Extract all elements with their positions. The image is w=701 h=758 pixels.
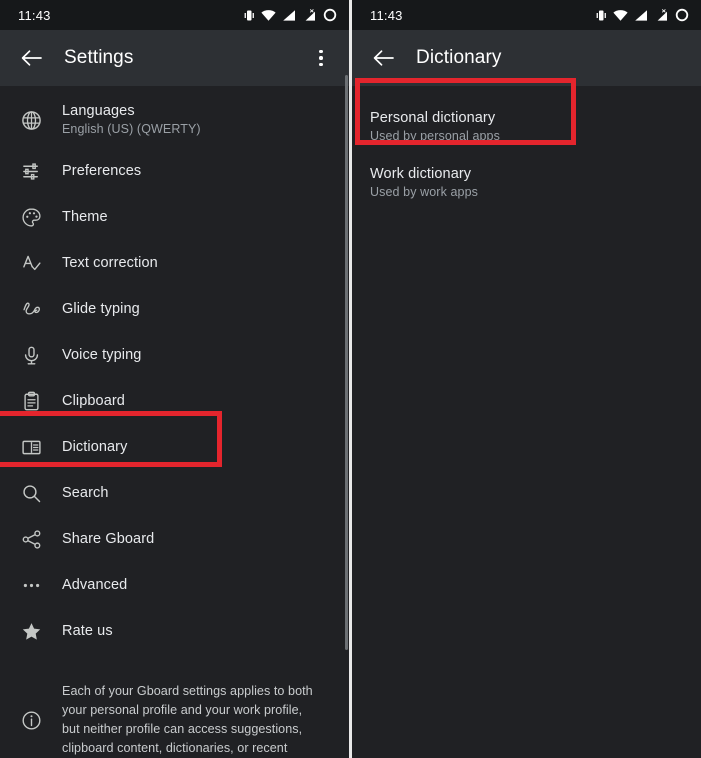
sidebar-item-label: Share Gboard — [62, 530, 155, 547]
battery-icon — [675, 8, 689, 22]
list-item-work-dictionary[interactable]: Work dictionary Used by work apps — [352, 154, 701, 210]
signal-icon — [634, 9, 648, 22]
sidebar-item-text: Voice typing — [62, 346, 141, 364]
sidebar-item-text: Theme — [62, 208, 108, 226]
status-time: 11:43 — [18, 7, 51, 23]
vibrate-icon — [595, 9, 607, 22]
microphone-icon — [16, 345, 46, 366]
sidebar-item-text: Languages English (US) (QWERTY) — [62, 102, 201, 138]
star-icon — [16, 621, 46, 642]
settings-list: Languages English (US) (QWERTY) Preferen… — [0, 86, 349, 758]
sidebar-item-label: Clipboard — [62, 392, 125, 409]
right-panel-dictionary: 11:43 Dictionary Personal dictionary Use… — [352, 0, 701, 758]
sidebar-item-sublabel: English (US) (QWERTY) — [62, 122, 201, 137]
sidebar-item-label: Voice typing — [62, 346, 142, 363]
clipboard-icon — [16, 391, 46, 412]
wifi-icon — [613, 9, 628, 22]
sidebar-item-label: Search — [62, 484, 109, 501]
status-bar-left: 11:43 — [0, 0, 349, 30]
sidebar-item-label: Dictionary — [62, 438, 128, 455]
search-icon — [16, 483, 46, 504]
overflow-dot — [319, 49, 323, 54]
back-arrow-icon[interactable] — [366, 41, 400, 75]
sidebar-item-dictionary[interactable]: Dictionary — [0, 424, 349, 470]
sidebar-item-text: Dictionary — [62, 438, 127, 456]
sidebar-item-label: Languages — [62, 103, 135, 120]
page-title: Dictionary — [416, 47, 502, 68]
sidebar-item-label: Rate us — [62, 622, 113, 639]
status-bar-right: 11:43 — [352, 0, 701, 30]
sidebar-item-text-correction[interactable]: Text correction — [0, 240, 349, 286]
left-panel-settings: 11:43 Settings Languages English (US) (Q… — [0, 0, 349, 758]
dual-screenshot-composite: 11:43 Settings Languages English (US) (Q… — [0, 0, 701, 758]
more-horiz-icon — [16, 575, 46, 596]
profile-info-note: Each of your Gboard settings applies to … — [0, 654, 349, 758]
sidebar-item-text: Rate us — [62, 622, 113, 640]
dictionary-list: Personal dictionary Used by personal app… — [352, 86, 701, 210]
sidebar-item-glide-typing[interactable]: Glide typing — [0, 286, 349, 332]
page-title: Settings — [64, 47, 134, 68]
sidebar-item-text: Preferences — [62, 162, 141, 180]
signal-no-sim-icon — [654, 8, 669, 22]
sidebar-item-theme[interactable]: Theme — [0, 194, 349, 240]
book-icon — [16, 437, 46, 458]
info-icon — [16, 710, 46, 731]
vertical-scrollbar[interactable] — [345, 75, 348, 650]
sidebar-item-text: Advanced — [62, 576, 127, 594]
overflow-menu-icon[interactable] — [305, 40, 337, 76]
list-item-sublabel: Used by work apps — [370, 184, 478, 199]
appbar-dictionary: Dictionary — [352, 30, 701, 86]
wifi-icon — [261, 9, 276, 22]
overflow-dot — [319, 56, 323, 60]
list-item-label: Personal dictionary — [370, 109, 496, 126]
signal-icon — [282, 9, 296, 22]
signal-no-sim-icon — [302, 8, 317, 22]
list-item-label: Work dictionary — [370, 165, 472, 182]
sidebar-item-clipboard[interactable]: Clipboard — [0, 378, 349, 424]
sidebar-item-label: Theme — [62, 208, 108, 225]
sidebar-item-search[interactable]: Search — [0, 470, 349, 516]
sidebar-item-rate-us[interactable]: Rate us — [0, 608, 349, 654]
sidebar-item-preferences[interactable]: Preferences — [0, 148, 349, 194]
sidebar-item-label: Preferences — [62, 162, 142, 179]
battery-icon — [323, 8, 337, 22]
sidebar-item-languages[interactable]: Languages English (US) (QWERTY) — [0, 92, 349, 148]
sidebar-item-share-gboard[interactable]: Share Gboard — [0, 516, 349, 562]
sidebar-item-advanced[interactable]: Advanced — [0, 562, 349, 608]
list-item-sublabel: Used by personal apps — [370, 128, 500, 143]
status-time: 11:43 — [370, 7, 403, 23]
profile-info-text: Each of your Gboard settings applies to … — [62, 684, 313, 756]
status-icon-group — [595, 8, 689, 22]
sidebar-item-text: Share Gboard — [62, 530, 154, 548]
vibrate-icon — [243, 9, 255, 22]
sidebar-item-text: Glide typing — [62, 300, 140, 318]
appbar-settings: Settings — [0, 30, 349, 86]
palette-icon — [16, 207, 46, 228]
status-icon-group — [243, 8, 337, 22]
sliders-icon — [16, 161, 46, 182]
sidebar-item-text: Text correction — [62, 254, 158, 272]
back-arrow-icon[interactable] — [14, 41, 48, 75]
overflow-dot — [319, 62, 323, 67]
sidebar-item-text: Clipboard — [62, 392, 125, 410]
sidebar-item-text: Search — [62, 484, 109, 502]
list-item-personal-dictionary[interactable]: Personal dictionary Used by personal app… — [352, 98, 701, 154]
share-icon — [16, 529, 46, 550]
spellcheck-icon — [16, 253, 46, 274]
glide-icon — [16, 299, 46, 320]
sidebar-item-label: Text correction — [62, 254, 158, 271]
sidebar-item-label: Glide typing — [62, 300, 140, 317]
sidebar-item-voice-typing[interactable]: Voice typing — [0, 332, 349, 378]
globe-icon — [16, 110, 46, 131]
sidebar-item-label: Advanced — [62, 576, 128, 593]
